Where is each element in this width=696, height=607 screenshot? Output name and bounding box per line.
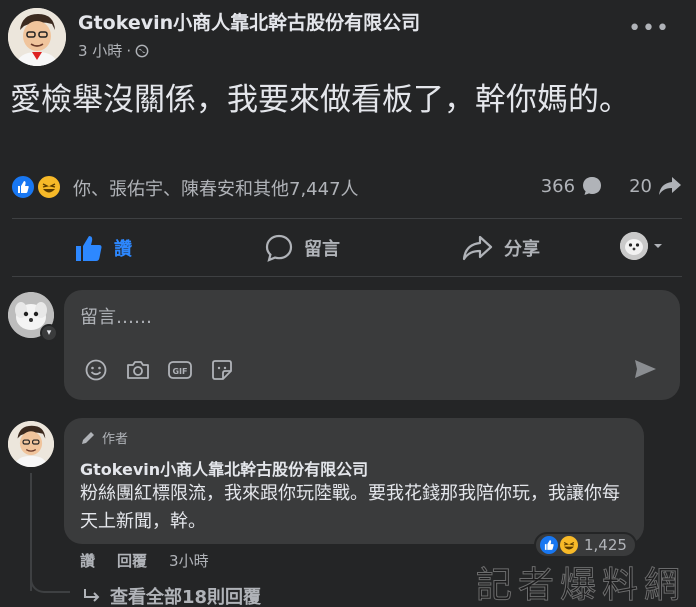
thread-line — [30, 473, 32, 591]
commenter-avatar[interactable] — [8, 421, 54, 467]
comment-composer: ▾ 留言…… GIF — [0, 288, 696, 403]
comment-reactions[interactable]: 1,425 — [534, 532, 637, 558]
share-icon — [462, 235, 493, 261]
globe-icon — [135, 44, 149, 57]
reaction-icons[interactable] — [10, 172, 68, 202]
divider — [12, 218, 682, 219]
chevron-down-icon[interactable]: ▾ — [40, 324, 58, 342]
comment-reply-button[interactable]: 回覆 — [117, 550, 147, 571]
comment-bubble: 作者 Gtokevin小商人靠北幹古股份有限公司 粉絲團紅標限流，我來跟你玩陸戰… — [64, 418, 644, 544]
comment-bubble-icon — [583, 177, 602, 195]
divider — [12, 276, 682, 277]
pencil-icon — [82, 431, 94, 444]
chevron-down-icon — [654, 244, 662, 248]
my-avatar[interactable]: ▾ — [8, 292, 58, 342]
commenter-name[interactable]: Gtokevin小商人靠北幹古股份有限公司 — [80, 456, 368, 480]
author-badge-label: 作者 — [102, 432, 129, 447]
view-replies-button[interactable]: 查看全部18則回覆 — [82, 583, 261, 607]
comment-box: GIF — [64, 290, 680, 400]
react-as-selector[interactable] — [620, 232, 664, 260]
thumbs-up-icon — [76, 236, 102, 261]
post-header: Gtokevin小商人靠北幹古股份有限公司 3 小時 · ••• — [0, 0, 696, 70]
haha-reaction-icon — [36, 174, 62, 200]
post-actions: 讚 留言 分享 — [0, 222, 696, 274]
watermark: 記者爆料網 — [475, 565, 687, 607]
share-button[interactable]: 分享 — [462, 222, 540, 274]
thread-connector — [30, 575, 70, 593]
comment-count[interactable]: 366 — [541, 176, 575, 197]
comment-text: 粉絲團紅標限流，我來跟你玩陸戰。要我花錢那我陪你玩，我讓你每天上新聞，幹。 — [80, 483, 620, 532]
emoji-icon[interactable] — [82, 356, 110, 384]
post-stats: 你、張佑宇、陳春安和其他7,447人 366 20 — [10, 172, 686, 204]
comment-like-button[interactable]: 讚 — [80, 550, 95, 571]
share-label: 分享 — [504, 239, 540, 260]
post-time[interactable]: 3 小時 — [78, 40, 122, 61]
comment-button[interactable]: 留言 — [264, 222, 340, 274]
like-button[interactable]: 讚 — [74, 222, 132, 274]
comment-actions: 讚 回覆 3小時 — [80, 550, 209, 571]
haha-reaction-icon — [558, 534, 580, 556]
facebook-post: Gtokevin小商人靠北幹古股份有限公司 3 小時 · ••• 愛檢舉沒關係，… — [0, 0, 696, 607]
like-reaction-icon — [538, 534, 560, 556]
post-meta: 3 小時 · — [78, 40, 149, 61]
svg-text:GIF: GIF — [172, 367, 187, 376]
author-name[interactable]: Gtokevin小商人靠北幹古股份有限公司 — [78, 8, 420, 35]
reply-arrow-icon — [84, 589, 100, 602]
engagement-counts: 366 20 — [541, 175, 682, 197]
comment-icon — [265, 234, 293, 262]
gif-icon[interactable]: GIF — [166, 356, 194, 384]
like-label: 讚 — [114, 239, 132, 260]
more-options-button[interactable]: ••• — [628, 18, 670, 40]
profile-avatar-small — [620, 232, 648, 260]
comment-input[interactable] — [80, 304, 640, 330]
author-avatar[interactable] — [8, 8, 66, 66]
comment-reaction-count: 1,425 — [584, 536, 627, 554]
sticker-icon[interactable] — [208, 356, 236, 384]
share-arrow-icon — [659, 177, 681, 195]
comment-tools: GIF — [82, 356, 236, 384]
reaction-names[interactable]: 你、張佑宇、陳春安和其他7,447人 — [73, 175, 359, 201]
author-badge: 作者 — [80, 428, 128, 447]
post-text: 愛檢舉沒關係，我要來做看板了，幹你媽的。 — [10, 82, 630, 118]
comment-label: 留言 — [304, 239, 340, 260]
camera-icon[interactable] — [124, 356, 152, 384]
send-icon[interactable] — [632, 356, 658, 382]
comment-time[interactable]: 3小時 — [169, 550, 209, 571]
share-count[interactable]: 20 — [629, 176, 652, 197]
view-replies-label: 查看全部18則回覆 — [110, 587, 262, 607]
like-reaction-icon — [10, 174, 36, 200]
